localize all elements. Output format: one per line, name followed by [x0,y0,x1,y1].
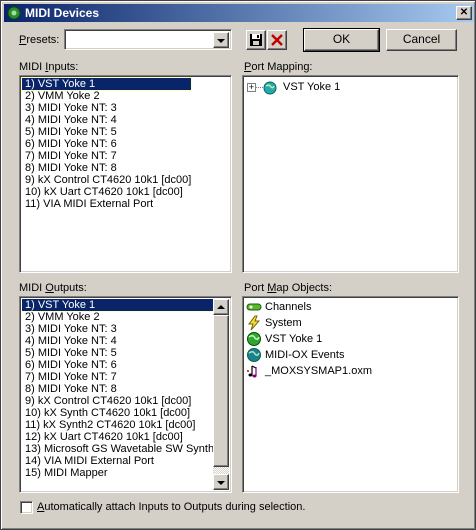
midi-output-item[interactable]: 1) VST Yoke 1 [22,299,213,312]
window-title: MIDI Devices [25,6,100,20]
system-icon [248,315,261,331]
presets-dropdown-button[interactable] [213,32,229,48]
midi-input-item[interactable]: 2) VMM Yoke 2 [22,90,191,102]
midi-output-item[interactable]: 7) MIDI Yoke NT: 7 [22,371,213,383]
midi-outputs-list[interactable]: 1) VST Yoke 1 2) VMM Yoke 2 3) MIDI Yoke N… [19,296,232,493]
red-x-icon [271,34,283,46]
port-map-objects-list[interactable]: Channels System VST Yoke 1 MIDI-OX Event… [242,296,459,493]
midi-output-item[interactable]: 5) MIDI Yoke NT: 5 [22,347,213,359]
globe-icon [263,81,277,95]
midi-outputs-label: MIDI Outputs: [19,282,87,294]
object-item-label: MIDI-OX Events [265,349,345,361]
midi-input-item[interactable]: 3) MIDI Yoke NT: 3 [22,102,191,114]
channels-icon [246,303,262,311]
object-item-label: _MOXSYSMAP1.oxm [265,365,372,377]
object-item-label: Channels [265,301,312,313]
chevron-down-icon [217,39,225,43]
close-button[interactable]: ✕ [456,6,472,20]
midi-output-item[interactable]: 15) MIDI Mapper [22,467,213,479]
midi-input-item[interactable]: 4) MIDI Yoke NT: 4 [22,114,191,126]
object-item-label: VST Yoke 1 [265,333,323,345]
midi-output-item[interactable]: 4) MIDI Yoke NT: 4 [22,335,213,347]
close-icon: ✕ [459,7,469,18]
midi-input-item[interactable]: 9) kX Control CT4620 10k1 [dc00] [22,174,191,186]
globe-green-icon [247,332,261,346]
floppy-disk-icon [250,34,262,46]
auto-attach-checkbox[interactable] [20,501,33,514]
port-mapping-tree[interactable]: + VST Yoke 1 [242,75,459,273]
midi-output-item[interactable]: 10) kX Synth CT4620 10k1 [dc00] [22,407,213,419]
presets-label: Presets: [19,34,60,46]
presets-combo[interactable] [64,29,232,50]
midi-input-item[interactable]: 6) MIDI Yoke NT: 6 [22,138,191,150]
outputs-scrollbar[interactable] [213,299,229,490]
midi-input-item[interactable]: 7) MIDI Yoke NT: 7 [22,150,191,162]
midi-outputs-items: 1) VST Yoke 1 2) VMM Yoke 2 3) MIDI Yoke N… [22,299,213,479]
midi-app-icon [7,6,21,20]
midi-input-item[interactable]: 5) MIDI Yoke NT: 5 [22,126,191,138]
port-map-objects-label: Port Map Objects: [244,282,333,294]
port-mapping-label: Port Mapping: [244,61,313,73]
midi-output-item[interactable]: 12) kX Uart CT4620 10k1 [dc00] [22,431,213,443]
midi-inputs-items: 1) VST Yoke 1 2) VMM Yoke 2 3) MIDI Yoke N… [20,77,193,210]
midi-output-item[interactable]: 14) VIA MIDI External Port [22,455,213,467]
midi-inputs-label: MIDI Inputs: [19,61,79,73]
midi-output-item[interactable]: 3) MIDI Yoke NT: 3 [22,323,213,335]
tree-connector [256,87,263,88]
scroll-thumb[interactable] [213,315,229,467]
chevron-down-icon [217,481,225,485]
midi-input-item[interactable]: 10) kX Uart CT4620 10k1 [dc00] [22,186,191,198]
midi-inputs-list[interactable]: 1) VST Yoke 1 2) VMM Yoke 2 3) MIDI Yoke N… [19,75,232,273]
ok-button[interactable]: OK [303,28,380,52]
midi-output-item[interactable]: 6) MIDI Yoke NT: 6 [22,359,213,371]
title-bar[interactable]: MIDI Devices ✕ [4,4,474,22]
globe-teal-icon [247,348,261,362]
midi-input-item[interactable]: 1) VST Yoke 1 [20,77,193,91]
save-preset-button[interactable] [246,30,266,50]
chevron-up-icon [217,305,225,309]
tree-expander[interactable]: + [247,83,256,92]
midi-devices-dialog: MIDI Devices ✕ Presets: OK Cancel MIDI I… [0,0,476,530]
midi-output-item[interactable]: 13) Microsoft GS Wavetable SW Synth [22,443,213,455]
scroll-up-button[interactable] [213,299,229,315]
auto-attach-label[interactable]: Automatically attach Inputs to Outputs d… [37,501,305,513]
delete-preset-button[interactable] [267,30,287,50]
midi-input-item[interactable]: 11) VIA MIDI External Port [22,198,191,210]
scroll-down-button[interactable] [213,474,229,490]
object-item-label: System [265,317,302,329]
midi-output-item[interactable]: 11) kX Synth2 CT4620 10k1 [dc00] [22,419,213,431]
tree-node-label: VST Yoke 1 [283,81,341,93]
music-file-icon [247,365,257,378]
midi-output-item[interactable]: 2) VMM Yoke 2 [22,311,213,323]
midi-input-item[interactable]: 8) MIDI Yoke NT: 8 [22,162,191,174]
cancel-button[interactable]: Cancel [386,29,457,51]
midi-output-item[interactable]: 9) kX Control CT4620 10k1 [dc00] [22,395,213,407]
midi-output-item[interactable]: 8) MIDI Yoke NT: 8 [22,383,213,395]
